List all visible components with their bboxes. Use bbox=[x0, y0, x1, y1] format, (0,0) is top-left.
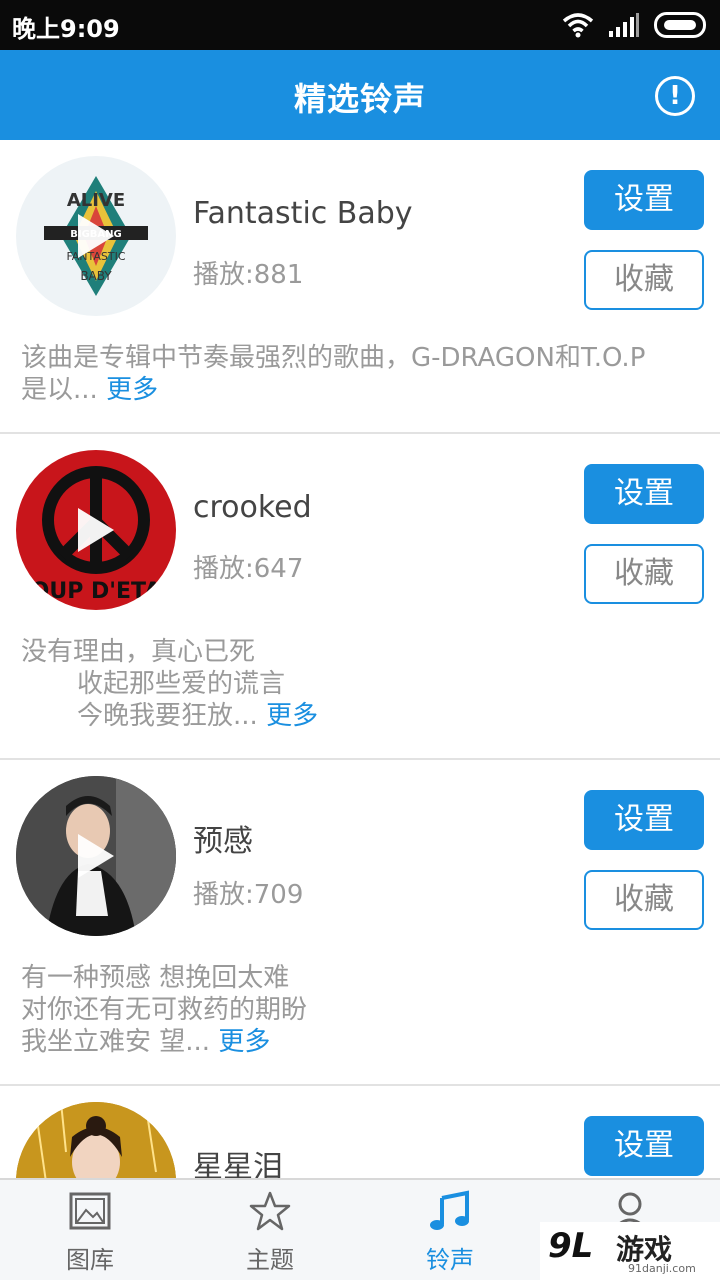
play-icon[interactable] bbox=[78, 834, 114, 878]
favorite-button[interactable]: 收藏 bbox=[584, 250, 704, 310]
tab-label: 铃声 bbox=[426, 1246, 474, 1274]
page-title: 精选铃声 bbox=[293, 80, 426, 118]
cover-image[interactable] bbox=[16, 1102, 176, 1178]
star-icon bbox=[249, 1191, 291, 1231]
favorite-button[interactable]: 收藏 bbox=[584, 870, 704, 930]
set-ringtone-button[interactable]: 设置 bbox=[584, 464, 704, 524]
ringtone-item[interactable]: OUP D'ETA crooked 播放:647 设置 收藏 没有理由，真心已死… bbox=[0, 434, 720, 760]
app-header: 精选铃声 ! bbox=[0, 50, 720, 140]
watermark-url: 91danji.com bbox=[628, 1262, 696, 1275]
cover-image[interactable]: OUP D'ETA bbox=[16, 450, 176, 610]
gallery-icon bbox=[69, 1192, 111, 1230]
status-bar: 晚上9:09 bbox=[0, 0, 720, 50]
signal-icon bbox=[609, 13, 639, 37]
song-title: crooked bbox=[193, 490, 312, 525]
play-icon[interactable] bbox=[78, 508, 114, 552]
description-text: 我坐立难安 望... bbox=[21, 1027, 211, 1057]
tab-label: 图库 bbox=[66, 1246, 114, 1274]
status-icons bbox=[562, 10, 710, 40]
description-line: 没有理由，真心已死 bbox=[21, 637, 256, 667]
description-line: 该曲是专辑中节奏最强烈的歌曲，G-DRAGON和T.O.P bbox=[21, 343, 646, 373]
favorite-button[interactable]: 收藏 bbox=[584, 544, 704, 604]
ringtone-item[interactable]: BIGBANG ALIVE FANTASTIC BABY Fantastic B… bbox=[0, 140, 720, 434]
ringtone-item[interactable]: 预感 播放:709 设置 收藏 有一种预感 想挽回太难 对你还有无可救药的期盼 … bbox=[0, 760, 720, 1086]
play-icon[interactable] bbox=[78, 214, 114, 258]
set-ringtone-button[interactable]: 设置 bbox=[584, 790, 704, 850]
song-title: Fantastic Baby bbox=[193, 196, 413, 231]
play-count: 播放:709 bbox=[193, 880, 304, 910]
description-line: 有一种预感 想挽回太难 bbox=[21, 963, 290, 993]
description-text: 今晚我要狂放... bbox=[77, 701, 258, 731]
description-line: 今晚我要狂放... 更多 bbox=[21, 700, 701, 732]
cover-image[interactable]: BIGBANG ALIVE FANTASTIC BABY bbox=[16, 156, 176, 316]
song-description: 该曲是专辑中节奏最强烈的歌曲，G-DRAGON和T.O.P 是以... 更多 bbox=[21, 342, 701, 406]
set-ringtone-button[interactable]: 设置 bbox=[584, 1116, 704, 1176]
album-art bbox=[16, 1102, 176, 1178]
cover-text: BABY bbox=[80, 269, 112, 283]
tab-theme[interactable]: 主题 bbox=[180, 1180, 360, 1280]
more-link[interactable]: 更多 bbox=[106, 375, 158, 405]
watermark-logo: 9L bbox=[548, 1226, 594, 1266]
cover-image[interactable] bbox=[16, 776, 176, 936]
info-icon[interactable]: ! bbox=[655, 76, 695, 116]
play-count: 播放:881 bbox=[193, 260, 304, 290]
status-time: 晚上9:09 bbox=[12, 15, 120, 43]
description-line: 我坐立难安 望... 更多 bbox=[21, 1026, 701, 1058]
song-description: 没有理由，真心已死 收起那些爱的谎言 今晚我要狂放... 更多 bbox=[21, 636, 701, 732]
description-text: 是以... bbox=[21, 375, 98, 405]
more-link[interactable]: 更多 bbox=[218, 1027, 270, 1057]
music-note-icon bbox=[430, 1190, 469, 1230]
more-link[interactable]: 更多 bbox=[266, 701, 318, 731]
tab-ringtone[interactable]: 铃声 bbox=[360, 1180, 540, 1280]
wifi-icon bbox=[562, 13, 594, 38]
ringtone-item[interactable]: 星星泪 设置 bbox=[0, 1086, 720, 1178]
watermark: 9L 游戏 91danji.com bbox=[540, 1222, 720, 1280]
cover-text: OUP D'ETA bbox=[31, 579, 162, 604]
description-line: 对你还有无可救药的期盼 bbox=[21, 995, 308, 1025]
song-title: 星星泪 bbox=[193, 1150, 283, 1178]
description-line: 是以... 更多 bbox=[21, 374, 701, 406]
description-line: 收起那些爱的谎言 bbox=[77, 669, 286, 699]
play-count: 播放:647 bbox=[193, 554, 304, 584]
song-title: 预感 bbox=[193, 824, 253, 859]
song-description: 有一种预感 想挽回太难 对你还有无可救药的期盼 我坐立难安 望... 更多 bbox=[21, 962, 701, 1058]
cover-text: ALIVE bbox=[67, 190, 125, 211]
tab-label: 主题 bbox=[246, 1246, 294, 1274]
set-ringtone-button[interactable]: 设置 bbox=[584, 170, 704, 230]
battery-icon bbox=[654, 12, 706, 38]
tab-gallery[interactable]: 图库 bbox=[0, 1180, 180, 1280]
